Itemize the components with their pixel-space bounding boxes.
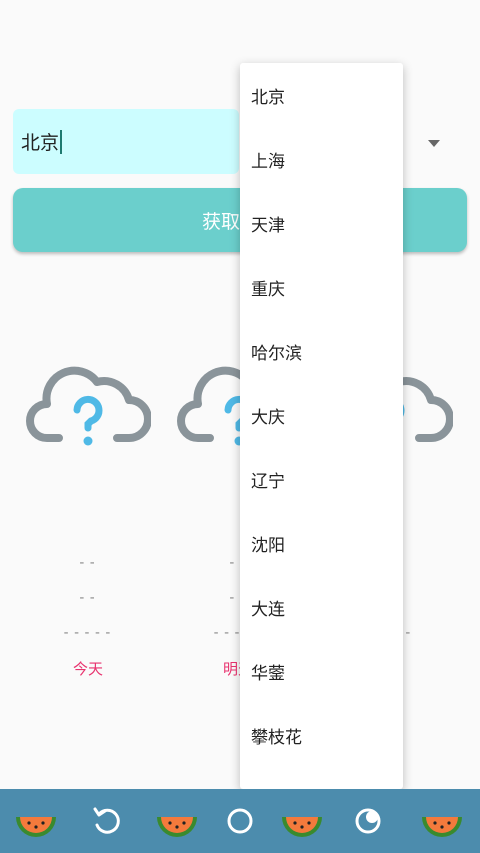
watermelon-icon xyxy=(157,817,197,837)
dropdown-arrow-icon[interactable] xyxy=(428,140,440,147)
back-icon[interactable] xyxy=(83,797,131,845)
low-temp: -- xyxy=(77,590,99,606)
dropdown-item[interactable]: 上海 xyxy=(240,127,403,191)
dropdown-item[interactable]: 华蓥 xyxy=(240,639,403,703)
watermelon-icon xyxy=(282,817,322,837)
recents-icon[interactable] xyxy=(344,797,392,845)
weather-desc: ----- xyxy=(61,625,115,641)
watermelon-icon xyxy=(422,817,462,837)
city-input-value: 北京 xyxy=(21,132,60,154)
unknown-weather-icon xyxy=(26,366,151,446)
day-label-today: 今天 xyxy=(72,660,103,678)
dropdown-item[interactable]: 北京 xyxy=(240,63,403,127)
dropdown-item[interactable]: 大连 xyxy=(240,575,403,639)
home-icon[interactable] xyxy=(216,797,264,845)
dropdown-item[interactable]: 天津 xyxy=(240,191,403,255)
text-cursor xyxy=(60,129,63,154)
dropdown-item[interactable]: 沈阳 xyxy=(240,511,403,575)
dropdown-item[interactable]: 哈尔滨 xyxy=(240,319,403,383)
high-temp: -- xyxy=(77,555,99,571)
dropdown-item[interactable]: 重庆 xyxy=(240,255,403,319)
city-dropdown[interactable]: 北京 上海 天津 重庆 哈尔滨 大庆 辽宁 沈阳 大连 华蓥 攀枝花 xyxy=(240,63,403,789)
dropdown-item[interactable]: 攀枝花 xyxy=(240,703,403,767)
navigation-bar xyxy=(0,789,480,853)
dropdown-item[interactable]: 大庆 xyxy=(240,383,403,447)
watermelon-icon xyxy=(16,817,56,837)
dropdown-item[interactable]: 辽宁 xyxy=(240,447,403,511)
city-input[interactable]: 北京 xyxy=(13,109,239,174)
